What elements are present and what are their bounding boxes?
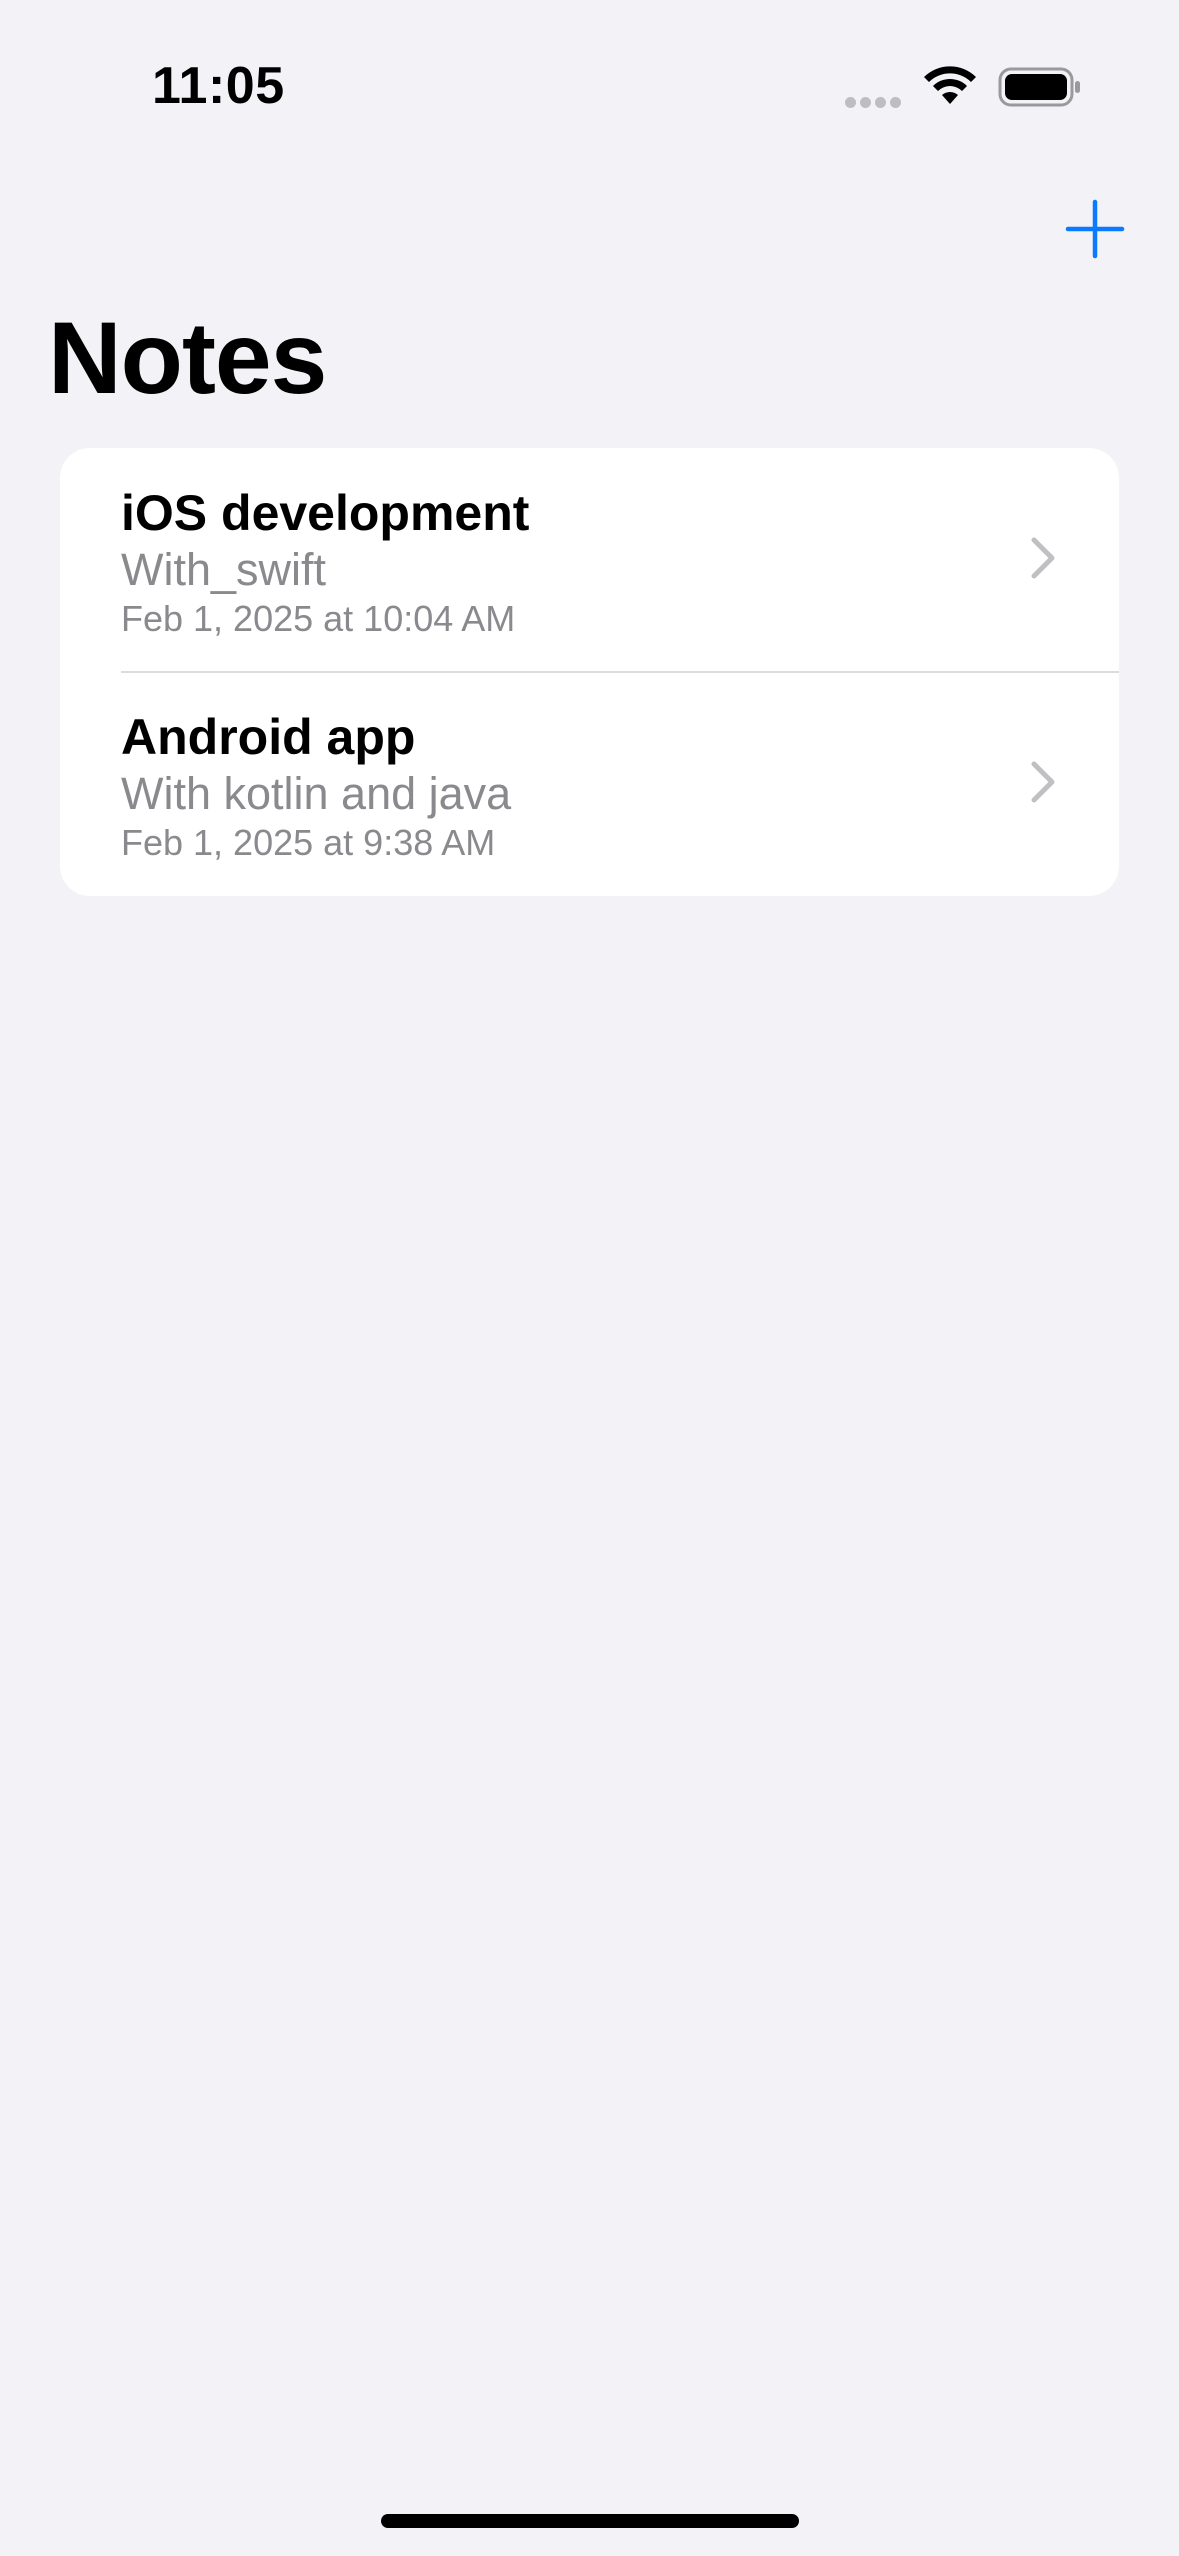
notes-screen: 11:05 Notes iOS development With_swift F… <box>0 0 1179 2556</box>
status-time: 11:05 <box>152 57 285 115</box>
page-title: Notes <box>48 301 327 415</box>
wifi-icon <box>924 66 976 104</box>
cellular-dots-icon <box>845 95 905 108</box>
note-subtitle: With kotlin and java <box>121 768 512 819</box>
add-note-button[interactable] <box>1062 196 1128 262</box>
note-subtitle: With_swift <box>121 544 327 595</box>
status-bar: 11:05 <box>0 0 1179 170</box>
note-date: Feb 1, 2025 at 10:04 AM <box>121 598 516 639</box>
note-row-ios-development[interactable]: iOS development With_swift Feb 1, 2025 a… <box>60 448 1119 673</box>
home-indicator[interactable] <box>381 2514 799 2528</box>
note-date: Feb 1, 2025 at 9:38 AM <box>121 822 496 863</box>
note-row-android-app[interactable]: Android app With kotlin and java Feb 1, … <box>60 672 1119 896</box>
battery-icon <box>998 67 1080 107</box>
chevron-right-icon <box>1031 537 1055 579</box>
chevron-right-icon <box>1031 761 1055 803</box>
notes-list: iOS development With_swift Feb 1, 2025 a… <box>60 448 1119 896</box>
note-title: Android app <box>121 709 416 765</box>
note-title: iOS development <box>121 485 530 541</box>
plus-icon <box>1065 199 1125 259</box>
